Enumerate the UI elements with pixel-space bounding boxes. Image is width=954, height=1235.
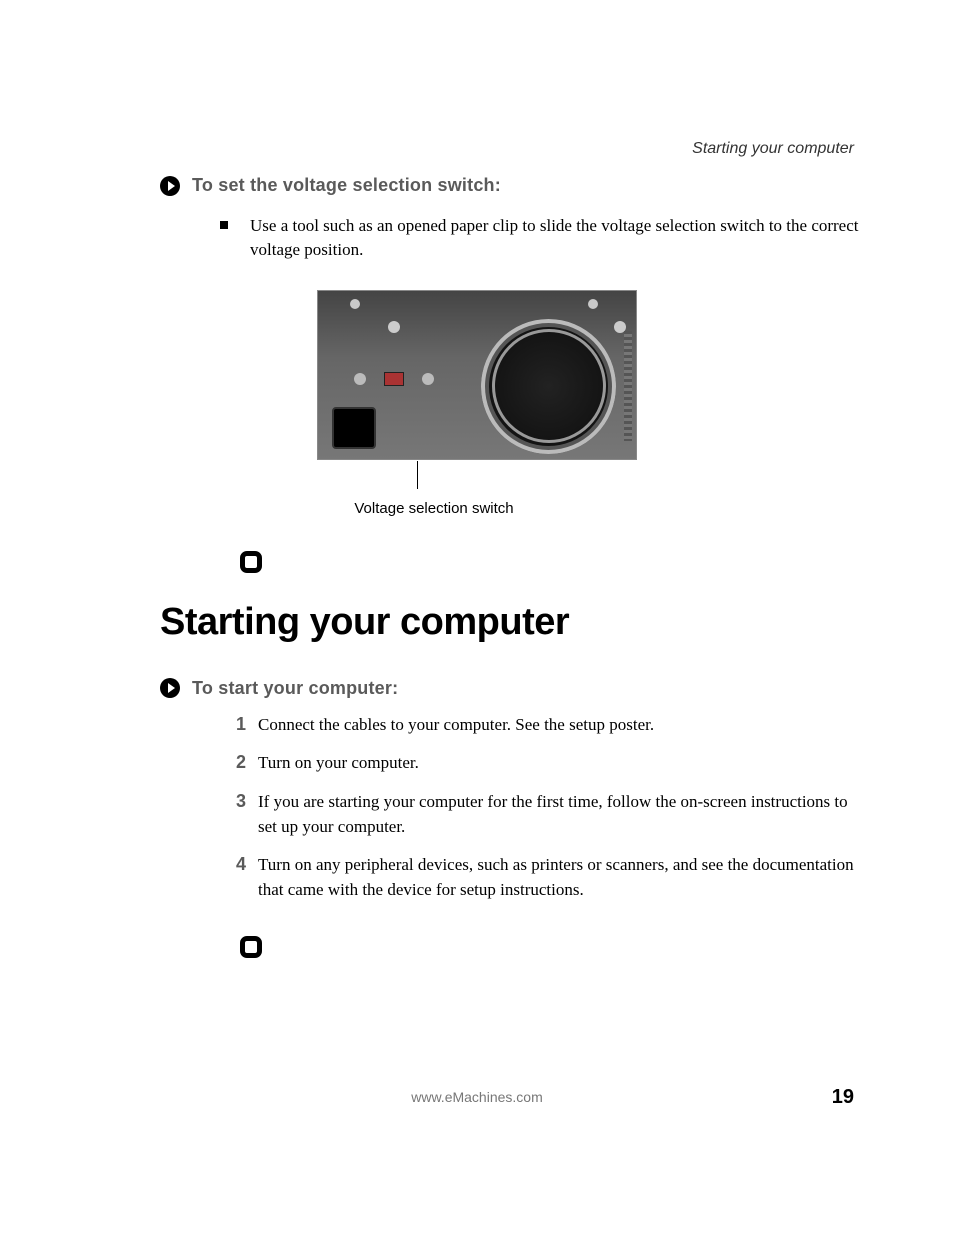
- footer-url: www.eMachines.com: [411, 1089, 543, 1105]
- bullet-item: Use a tool such as an opened paper clip …: [220, 214, 864, 262]
- step-number: 2: [218, 752, 246, 773]
- list-item: 3 If you are starting your computer for …: [218, 790, 864, 839]
- running-head: Starting your computer: [692, 140, 854, 158]
- footer: www.eMachines.com: [0, 1089, 954, 1105]
- power-supply-illustration: [317, 290, 637, 460]
- bullet-text: Use a tool such as an opened paper clip …: [250, 214, 864, 262]
- fan-grill-icon: [481, 319, 616, 454]
- callout-line: [417, 461, 418, 489]
- step-text: Connect the cables to your computer. See…: [258, 713, 654, 738]
- play-icon: [160, 176, 180, 196]
- screw-hole-icon: [588, 299, 598, 309]
- vent-lines-icon: [624, 331, 632, 441]
- start-heading: To start your computer:: [192, 678, 398, 699]
- step-number: 3: [218, 791, 246, 812]
- start-section: To start your computer: 1 Connect the ca…: [90, 678, 864, 959]
- list-item: 4 Turn on any peripheral devices, such a…: [218, 853, 864, 902]
- step-text: Turn on your computer.: [258, 751, 419, 776]
- end-of-procedure-icon: [240, 551, 262, 573]
- step-text: Turn on any peripheral devices, such as …: [258, 853, 864, 902]
- power-socket-icon: [332, 407, 376, 449]
- page: Starting your computer To set the voltag…: [0, 0, 954, 1235]
- step-number: 1: [218, 714, 246, 735]
- voltage-switch-icon: [384, 372, 404, 386]
- page-number: 19: [832, 1086, 854, 1109]
- step-number: 4: [218, 854, 246, 875]
- figure-caption: Voltage selection switch: [4, 500, 864, 517]
- screw-icon: [354, 373, 366, 385]
- figure: Voltage selection switch: [90, 290, 864, 517]
- task-heading-row: To set the voltage selection switch:: [160, 175, 864, 196]
- voltage-heading: To set the voltage selection switch:: [192, 175, 501, 196]
- screw-icon: [388, 321, 400, 333]
- end-of-procedure-icon: [240, 936, 262, 958]
- screw-icon: [422, 373, 434, 385]
- page-title: Starting your computer: [160, 601, 864, 644]
- list-item: 2 Turn on your computer.: [218, 751, 864, 776]
- voltage-section: To set the voltage selection switch: Use…: [90, 175, 864, 573]
- task-heading-row: To start your computer:: [160, 678, 864, 699]
- square-bullet-icon: [220, 221, 228, 229]
- voltage-switch-area: [354, 369, 434, 389]
- step-text: If you are starting your computer for th…: [258, 790, 864, 839]
- list-item: 1 Connect the cables to your computer. S…: [218, 713, 864, 738]
- screw-hole-icon: [350, 299, 360, 309]
- play-icon: [160, 678, 180, 698]
